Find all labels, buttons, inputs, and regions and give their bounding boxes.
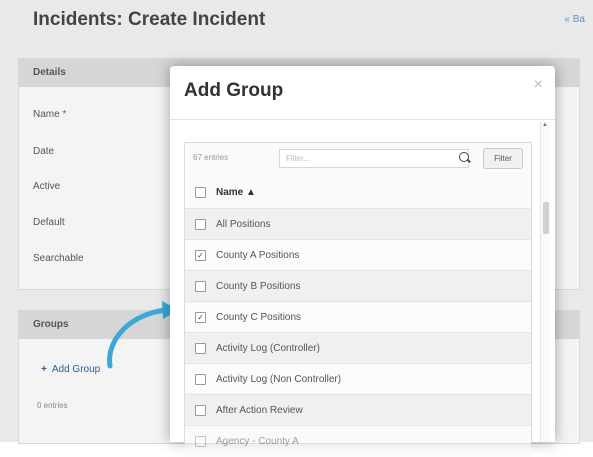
row-checkbox[interactable] bbox=[195, 343, 206, 354]
plus-icon: + bbox=[41, 364, 47, 375]
row-checkbox-checked[interactable]: ✓ bbox=[195, 250, 206, 261]
modal-title: Add Group bbox=[184, 80, 284, 101]
row-checkbox[interactable] bbox=[195, 405, 206, 416]
searchable-field-label: Searchable bbox=[33, 253, 84, 264]
list-item[interactable]: County B Positions bbox=[185, 270, 531, 302]
row-label: County C Positions bbox=[216, 312, 302, 323]
add-group-modal: Add Group × ▲ 67 entries Filter Name ▲ A… bbox=[170, 66, 555, 457]
row-label: Activity Log (Non Controller) bbox=[216, 374, 342, 385]
list-item[interactable]: Activity Log (Controller) bbox=[185, 332, 531, 364]
search-icon[interactable] bbox=[459, 152, 469, 162]
groups-entries-count: 0 entries bbox=[37, 401, 68, 410]
filter-input[interactable] bbox=[279, 149, 469, 168]
page-title: Incidents: Create Incident bbox=[33, 9, 266, 30]
column-header-name[interactable]: Name ▲ bbox=[216, 187, 256, 198]
scrollbar-thumb[interactable] bbox=[543, 202, 549, 234]
close-icon[interactable]: × bbox=[534, 76, 543, 94]
sort-ascending-icon: ▲ bbox=[246, 187, 256, 198]
entries-count: 67 entries bbox=[193, 153, 229, 162]
active-field-label: Active bbox=[33, 181, 61, 192]
back-link[interactable]: « Ba bbox=[564, 14, 585, 25]
add-group-button[interactable]: + Add Group bbox=[41, 364, 100, 375]
row-label: Activity Log (Controller) bbox=[216, 343, 320, 354]
date-field-label: Date bbox=[33, 146, 55, 157]
list-item[interactable]: All Positions bbox=[185, 208, 531, 240]
filter-button[interactable]: Filter bbox=[483, 148, 523, 169]
row-label: All Positions bbox=[216, 219, 271, 230]
scroll-up-icon[interactable]: ▲ bbox=[542, 122, 548, 128]
list-item[interactable]: Agency - County A bbox=[185, 425, 531, 457]
default-field-label: Default bbox=[33, 217, 65, 228]
required-mark: * bbox=[62, 109, 67, 120]
name-field-label: Name * bbox=[33, 109, 67, 120]
list-item[interactable]: After Action Review bbox=[185, 394, 531, 426]
list-item[interactable]: ✓ County C Positions bbox=[185, 301, 531, 333]
list-item[interactable]: ✓ County A Positions bbox=[185, 239, 531, 271]
row-label: County A Positions bbox=[216, 250, 300, 261]
page-header: Incidents: Create Incident « Ba bbox=[15, 0, 585, 42]
tutorial-arrow-icon bbox=[107, 301, 178, 369]
row-label: After Action Review bbox=[216, 405, 303, 416]
list-toolbar: 67 entries Filter bbox=[185, 143, 531, 177]
column-header[interactable]: Name ▲ bbox=[185, 177, 531, 208]
group-list-panel: 67 entries Filter Name ▲ All Positions ✓… bbox=[184, 142, 532, 457]
row-checkbox[interactable] bbox=[195, 281, 206, 292]
row-checkbox[interactable] bbox=[195, 374, 206, 385]
select-all-checkbox[interactable] bbox=[195, 187, 206, 198]
row-checkbox-checked[interactable]: ✓ bbox=[195, 312, 206, 323]
modal-divider bbox=[170, 119, 555, 120]
modal-scrollbar[interactable]: ▲ bbox=[540, 122, 551, 442]
list-item[interactable]: Activity Log (Non Controller) bbox=[185, 363, 531, 395]
row-label: County B Positions bbox=[216, 281, 301, 292]
row-checkbox[interactable] bbox=[195, 219, 206, 230]
